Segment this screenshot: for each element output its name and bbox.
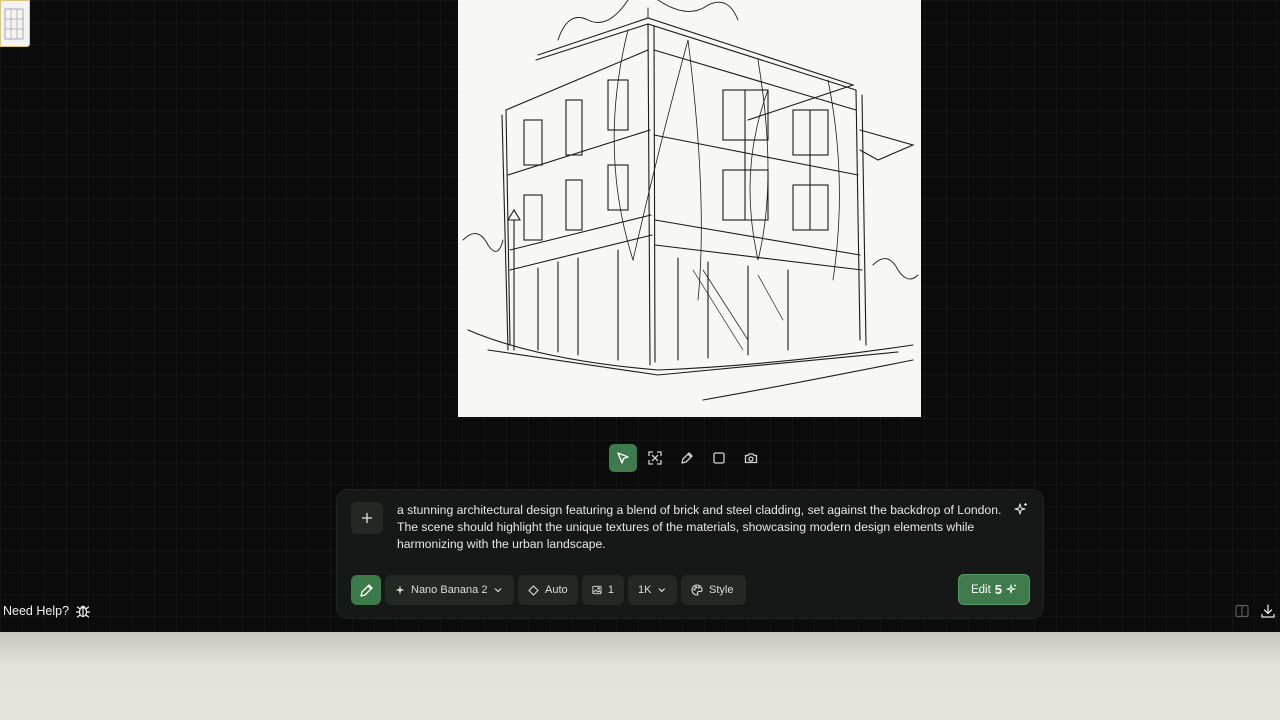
need-help-link[interactable]: Need Help?: [3, 601, 91, 621]
pencil-icon: [359, 583, 373, 597]
model-label: Nano Banana 2: [411, 584, 488, 596]
prompt-panel: a stunning architectural design featurin…: [336, 489, 1044, 619]
split-view-icon[interactable]: [1234, 603, 1250, 619]
credit-count: 5: [994, 582, 1003, 597]
corner-actions: [1234, 603, 1276, 619]
edit-label: Edit: [970, 583, 991, 596]
aspect-label: Auto: [545, 584, 568, 596]
image-icon: [592, 585, 602, 595]
palette-icon: [691, 584, 703, 596]
need-help-label: Need Help?: [3, 604, 70, 618]
download-icon[interactable]: [1260, 603, 1276, 619]
aspect-ratio-select[interactable]: Auto: [518, 575, 578, 605]
pen-icon[interactable]: [673, 444, 701, 472]
canvas-toolbar: [609, 442, 765, 474]
sparkle-icon: [1006, 584, 1017, 595]
fit-screen-icon[interactable]: [641, 444, 669, 472]
image-count-label: 1: [607, 584, 614, 596]
style-button[interactable]: Style: [681, 575, 746, 605]
diamond-icon: [528, 584, 539, 596]
canvas-area[interactable]: a stunning architectural design featurin…: [0, 0, 1280, 632]
style-label: Style: [709, 584, 734, 596]
edit-generate-button[interactable]: Edit 5: [958, 574, 1030, 605]
select-cursor-icon[interactable]: [609, 444, 637, 472]
reference-thumbnail[interactable]: [0, 0, 30, 47]
camera-icon[interactable]: [737, 444, 765, 472]
bug-icon[interactable]: [75, 603, 91, 619]
prompt-input[interactable]: a stunning architectural design featurin…: [397, 502, 1007, 553]
chevron-down-icon: [495, 588, 502, 593]
building-sketch-image[interactable]: [458, 0, 921, 417]
resolution-label: 1K: [638, 584, 652, 596]
chevron-down-icon: [658, 588, 666, 593]
model-select[interactable]: Nano Banana 2: [385, 575, 514, 605]
rectangle-icon[interactable]: [705, 444, 733, 472]
enhance-prompt-button[interactable]: [1011, 500, 1031, 520]
resolution-select[interactable]: 1K: [628, 575, 677, 605]
plus-icon: [362, 513, 372, 523]
generation-controls: Nano Banana 2 Auto 1 1K Style: [351, 575, 746, 605]
image-count-select[interactable]: 1: [582, 575, 624, 605]
sparkle-icon: [1014, 503, 1027, 515]
add-reference-button[interactable]: [351, 502, 383, 534]
window-bottom-edge: [0, 632, 1280, 720]
model-sparkle-icon: [395, 585, 405, 595]
edit-mode-button[interactable]: [351, 575, 381, 605]
